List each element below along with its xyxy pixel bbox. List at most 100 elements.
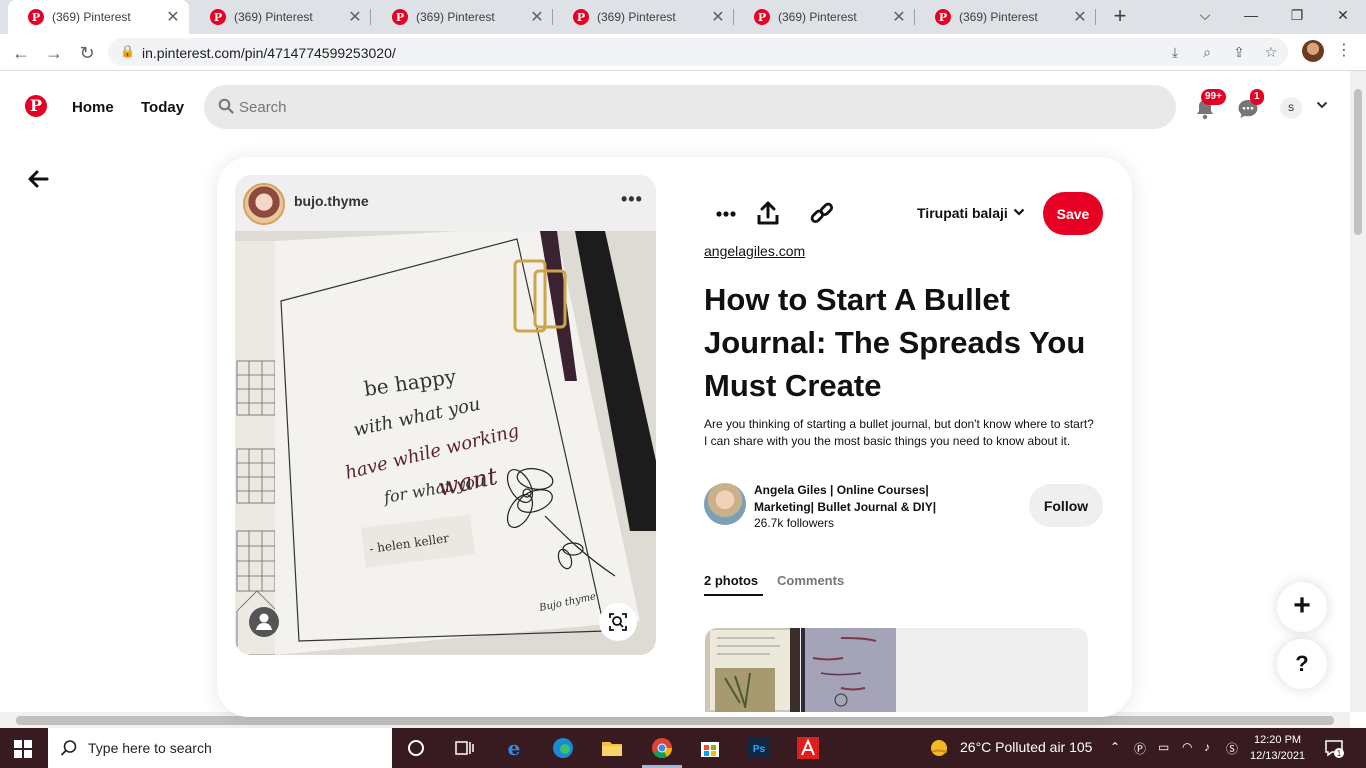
new-tab-button[interactable]: + (1108, 5, 1132, 29)
url-text[interactable]: in.pinterest.com/pin/4714774599253020/ (142, 45, 396, 61)
copy-link-icon[interactable] (806, 200, 838, 228)
file-explorer-icon[interactable] (600, 736, 624, 760)
creator-name[interactable]: bujo.thyme (294, 193, 369, 209)
bookmark-star-icon[interactable]: ☆ (1260, 42, 1282, 62)
author-name[interactable]: Angela Giles | Online Courses| Marketing… (754, 482, 964, 516)
task-view-icon[interactable] (452, 736, 476, 760)
close-window-button[interactable]: ✕ (1320, 0, 1366, 34)
install-app-icon[interactable]: ⤓ (1164, 42, 1186, 62)
search-icon (60, 740, 77, 756)
show-hidden-icons-chevron[interactable]: ⌃ (1110, 740, 1120, 754)
nav-home[interactable]: Home (72, 99, 114, 116)
close-tab-icon[interactable]: ✕ (706, 7, 730, 27)
browser-menu-icon[interactable]: ⋮ (1336, 40, 1352, 60)
tab-photos[interactable]: 2 photos (704, 573, 758, 588)
pinterest-favicon-icon: P (392, 9, 408, 25)
windows-start-icon[interactable] (14, 740, 32, 758)
tab-separator (1095, 9, 1096, 25)
close-tab-icon[interactable]: ✕ (343, 7, 367, 27)
battery-icon[interactable]: ▭ (1158, 740, 1169, 754)
cortana-icon[interactable] (404, 736, 428, 760)
account-menu-chevron-icon[interactable] (1316, 99, 1328, 114)
help-fab-button[interactable]: ? (1277, 639, 1327, 689)
edge-icon[interactable] (551, 736, 575, 760)
wifi-icon[interactable]: ◠ (1182, 740, 1192, 754)
visual-search-button[interactable] (599, 603, 637, 641)
save-button[interactable]: Save (1043, 192, 1103, 235)
more-options-icon[interactable]: ••• (621, 189, 643, 210)
browser-tab[interactable]: P (369) Pinterest ✕ (553, 0, 734, 34)
browser-tab-label: (369) Pinterest (597, 10, 676, 24)
search-icon (218, 98, 234, 114)
browser-profile-avatar[interactable] (1302, 40, 1324, 62)
weather-text[interactable]: 26°C Polluted air 105 (960, 739, 1092, 755)
browser-tab-label: (369) Pinterest (52, 10, 131, 24)
tab-search-chevron-icon[interactable]: ⌵ (1182, 0, 1228, 34)
browser-tab[interactable]: P (369) Pinterest ✕ (372, 0, 553, 34)
taskbar-search-box[interactable]: Type here to search (48, 728, 392, 768)
pinterest-favicon-icon: P (573, 9, 589, 25)
browser-tab[interactable]: P (369) Pinterest ✕ (734, 0, 915, 34)
skype-icon[interactable]: Ⓢ (1226, 740, 1238, 757)
reload-icon[interactable]: ↻ (74, 40, 100, 66)
zoom-icon[interactable]: ⌕ (1196, 42, 1218, 62)
tab-comments[interactable]: Comments (777, 573, 844, 588)
browser-tab[interactable]: P (369) Pinterest ✕ (8, 0, 189, 34)
back-arrow-icon[interactable] (26, 168, 50, 190)
browser-tab-label: (369) Pinterest (416, 10, 495, 24)
system-clock[interactable]: 12:20 PM 12/13/2021 (1250, 732, 1305, 764)
action-center-icon[interactable]: 1 (1324, 738, 1344, 758)
add-fab-button[interactable]: + (1277, 582, 1327, 632)
notification-count: 1 (1337, 749, 1342, 758)
taskbar-search-placeholder: Type here to search (88, 740, 212, 756)
close-tab-icon[interactable]: ✕ (1068, 7, 1092, 27)
microsoft-store-icon[interactable] (698, 736, 722, 760)
scrollbar-thumb[interactable] (1354, 89, 1362, 235)
photo-thumbnail[interactable] (705, 628, 800, 712)
internet-explorer-icon[interactable]: e (502, 736, 526, 760)
photo-thumbnail[interactable] (801, 628, 896, 712)
forward-icon[interactable]: → (41, 40, 67, 66)
volume-icon[interactable]: ♪ (1204, 740, 1210, 754)
address-bar[interactable]: 🔒 in.pinterest.com/pin/4714774599253020/… (108, 38, 1288, 66)
search-bar[interactable] (204, 85, 1176, 129)
svg-text:Ps: Ps (753, 744, 766, 755)
close-tab-icon[interactable]: ✕ (161, 7, 185, 27)
share-icon[interactable]: ⇪ (1228, 42, 1250, 62)
lock-icon[interactable]: 🔒 (120, 44, 135, 58)
pin-image[interactable]: be happy with what you have while workin… (235, 231, 656, 655)
scrollbar-thumb[interactable] (16, 716, 1334, 725)
browser-tab[interactable]: P (369) Pinterest ✕ (915, 0, 1096, 34)
share-icon[interactable] (752, 200, 784, 228)
restore-button[interactable]: ❐ (1274, 0, 1320, 34)
chevron-down-icon[interactable] (1013, 206, 1025, 218)
author-followers: 26.7k followers (754, 516, 835, 530)
clock-time: 12:20 PM (1253, 734, 1302, 746)
creator-avatar[interactable] (243, 183, 285, 225)
chrome-icon[interactable] (650, 736, 674, 760)
pinterest-logo-icon[interactable]: P (25, 95, 47, 117)
svg-text:e: e (508, 736, 521, 760)
photos-grid (705, 628, 1088, 712)
photoshop-icon[interactable]: Ps (747, 736, 771, 760)
close-tab-icon[interactable]: ✕ (525, 7, 549, 27)
pin-media-header: bujo.thyme ••• (235, 175, 656, 231)
follow-button[interactable]: Follow (1029, 484, 1103, 527)
board-selector[interactable]: Tirupati balaji (917, 205, 1008, 221)
acrobat-icon[interactable] (796, 736, 820, 760)
tagged-user-icon[interactable] (249, 607, 279, 637)
pinterest-tray-icon[interactable]: Ⓟ (1134, 740, 1146, 757)
minimize-button[interactable]: — (1228, 0, 1274, 34)
weather-icon[interactable] (928, 736, 952, 760)
search-input[interactable] (239, 93, 1139, 121)
more-options-icon[interactable] (710, 200, 742, 228)
author-avatar[interactable] (704, 483, 746, 525)
source-link[interactable]: angelagiles.com (704, 243, 805, 259)
browser-tab[interactable]: P (369) Pinterest ✕ (190, 0, 371, 34)
user-avatar[interactable]: S (1280, 97, 1302, 119)
back-icon[interactable]: ← (8, 40, 34, 66)
nav-today[interactable]: Today (141, 99, 184, 116)
vertical-scrollbar[interactable] (1350, 71, 1366, 712)
browser-tab-label: (369) Pinterest (234, 10, 313, 24)
close-tab-icon[interactable]: ✕ (887, 7, 911, 27)
